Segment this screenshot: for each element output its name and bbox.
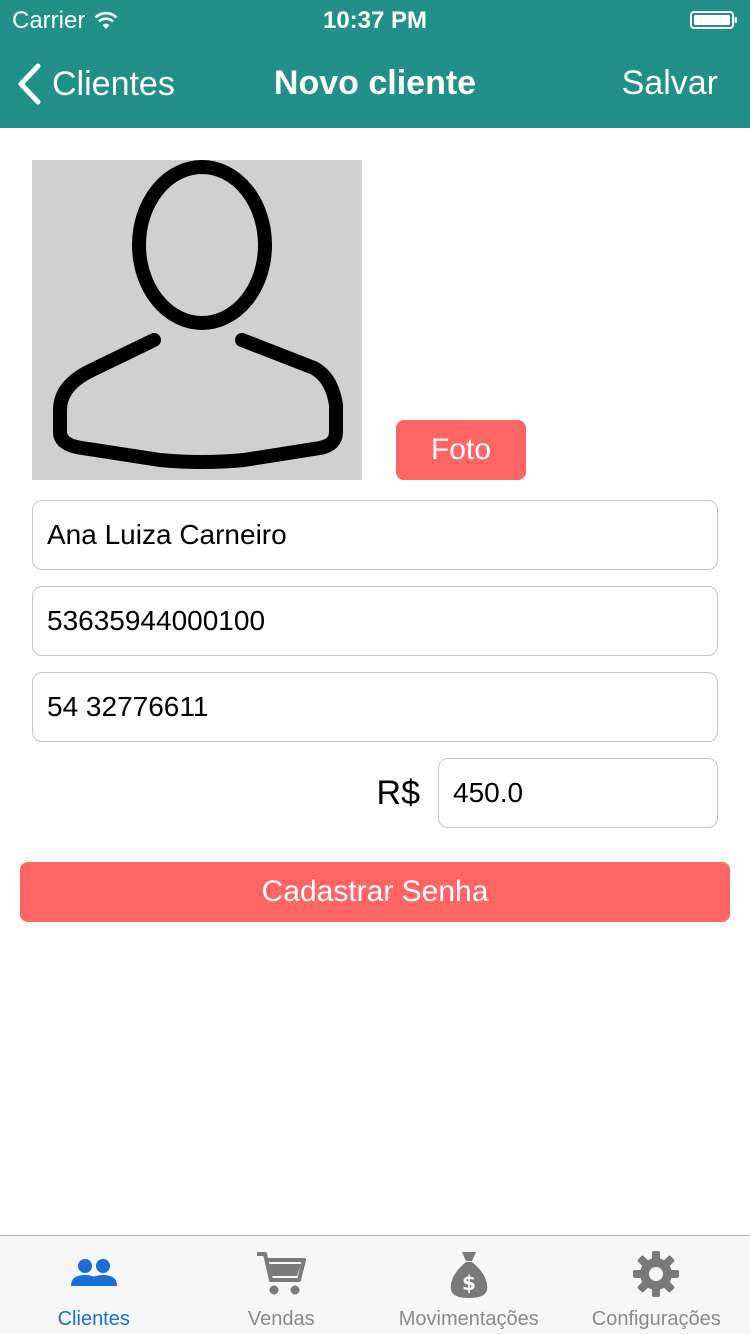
battery-icon (690, 11, 737, 29)
tab-label: Clientes (57, 1308, 130, 1330)
users-icon (70, 1259, 117, 1286)
gear-icon (633, 1251, 680, 1297)
avatar[interactable] (32, 160, 362, 480)
tab-bar: Clientes Vendas $ Movimentações Configur… (0, 1235, 750, 1334)
person-placeholder-icon (53, 160, 343, 469)
status-bar: Carrier 10:37 PM (0, 0, 750, 40)
tab-label: Configurações (591, 1308, 721, 1330)
tab-label: Vendas (247, 1308, 315, 1330)
register-password-button[interactable]: Cadastrar Senha (20, 862, 730, 922)
document-field[interactable]: 53635944000100 (32, 586, 718, 656)
save-button[interactable]: Salvar (622, 64, 718, 103)
tab-vendas[interactable]: Vendas (188, 1236, 376, 1334)
cart-icon (257, 1252, 307, 1295)
tab-label: Movimentações (398, 1308, 539, 1330)
navigation-bar: Carrier 10:37 PM Clientes Novo cliente S… (0, 0, 750, 128)
money-bag-icon: $ (450, 1252, 487, 1298)
photo-button[interactable]: Foto (396, 420, 526, 480)
name-field[interactable]: Ana Luiza Carneiro (32, 500, 718, 570)
phone-field[interactable]: 54 32776611 (32, 672, 718, 742)
credit-field[interactable]: 450.0 (438, 758, 718, 828)
tab-movimentacoes[interactable]: $ Movimentações (375, 1236, 563, 1334)
svg-text:$: $ (462, 1271, 476, 1295)
tab-clientes[interactable]: Clientes (0, 1236, 188, 1334)
status-time: 10:37 PM (322, 7, 428, 34)
currency-label: R$ (376, 774, 420, 812)
tab-configuracoes[interactable]: Configurações (563, 1236, 750, 1334)
